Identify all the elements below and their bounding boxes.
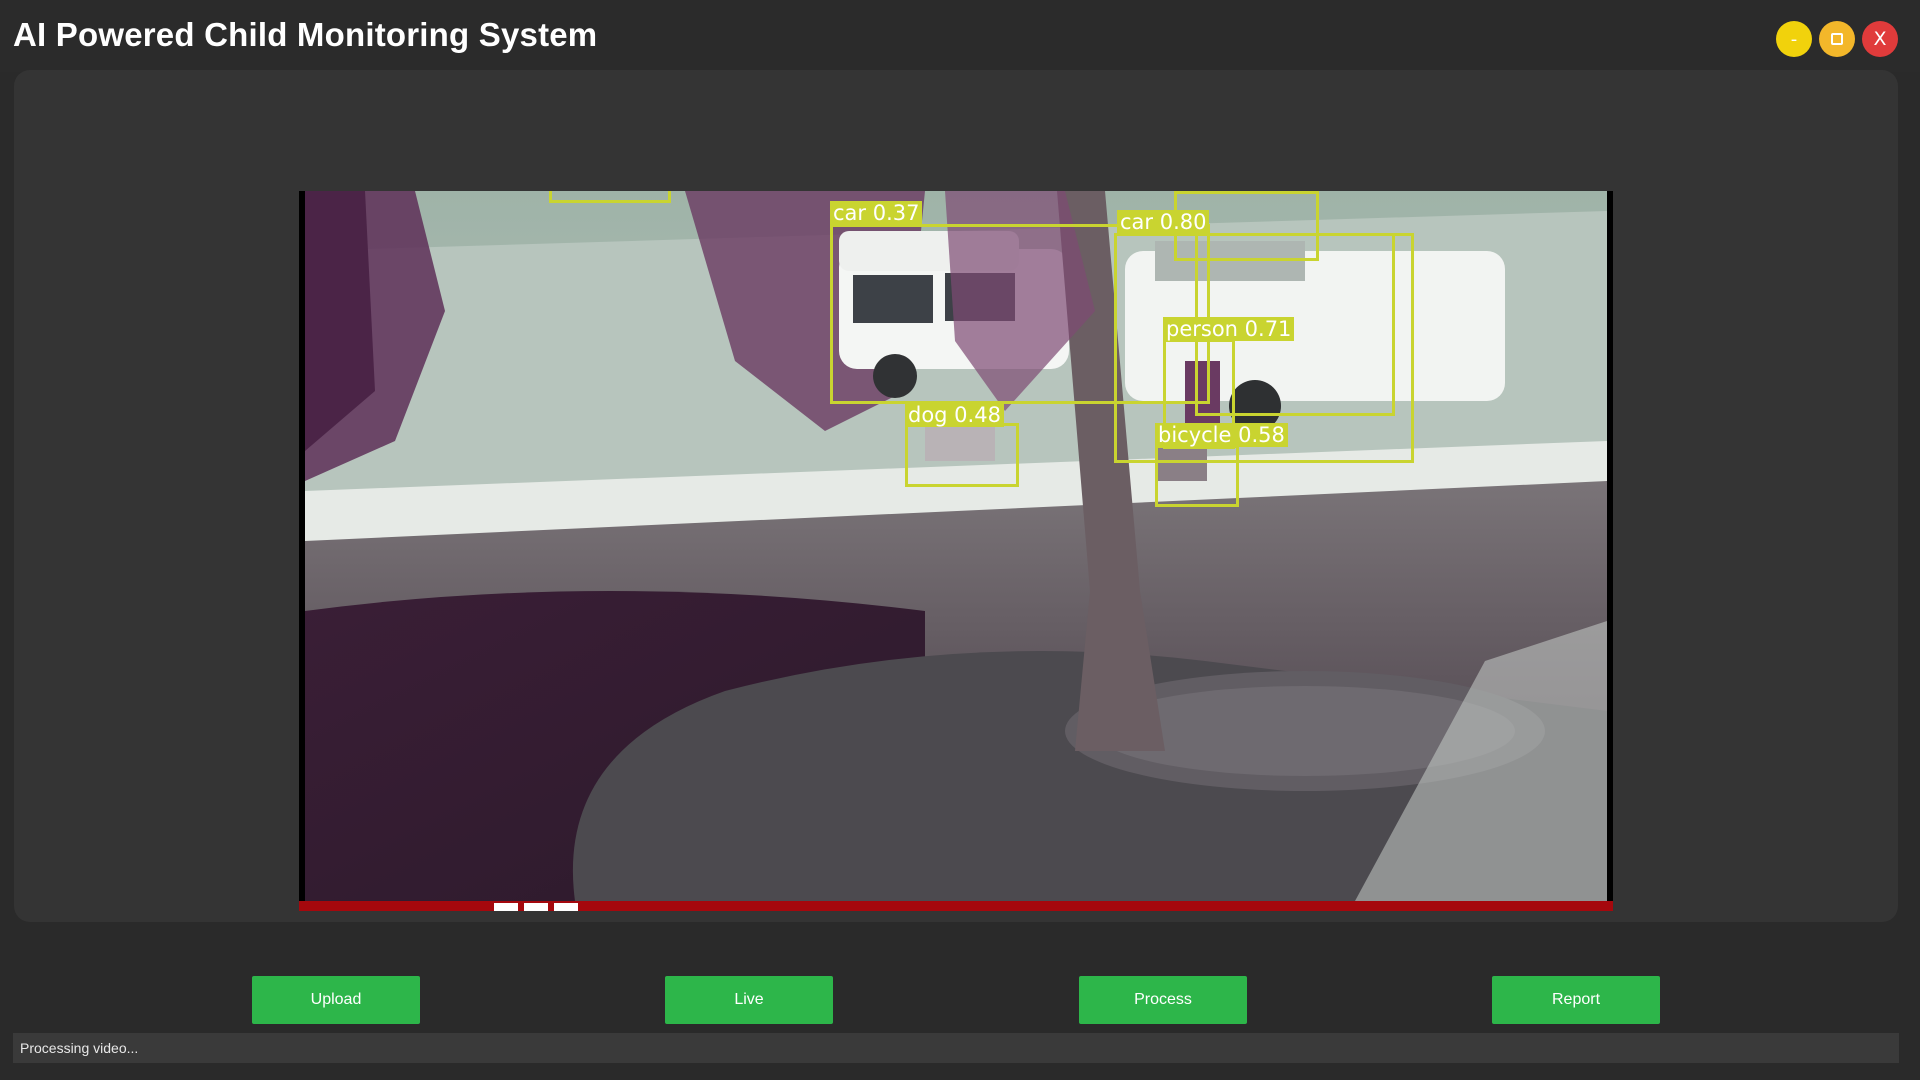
app-window: AI Powered Child Monitoring System - X c… — [0, 0, 1920, 1080]
maximize-button[interactable] — [1819, 21, 1855, 57]
news-logo-icon — [494, 903, 518, 911]
close-button[interactable]: X — [1862, 21, 1898, 57]
detection-label: person 0.71 — [1163, 317, 1295, 341]
upload-button[interactable]: Upload — [252, 976, 420, 1024]
status-text: Processing video... — [20, 1040, 139, 1056]
report-button[interactable]: Report — [1492, 976, 1660, 1024]
live-button[interactable]: Live — [665, 976, 833, 1024]
detection-box-bicycle — [1155, 445, 1239, 507]
video-frame: car 0.37 car 0.80 person 0.71 dog 0.48 b… — [299, 191, 1613, 911]
news-logo-icon — [554, 903, 578, 911]
news-logo-icon — [524, 903, 548, 911]
detection-label: dog 0.48 — [905, 403, 1004, 427]
detection-label: bicycle 0.58 — [1155, 423, 1288, 447]
detection-box-dog — [905, 423, 1019, 487]
minimize-button[interactable]: - — [1776, 21, 1812, 57]
process-button[interactable]: Process — [1079, 976, 1247, 1024]
maximize-icon — [1831, 33, 1843, 45]
news-ticker-strip — [299, 901, 1613, 911]
detection-box — [549, 191, 671, 203]
status-bar: Processing video... — [13, 1033, 1899, 1063]
detection-label: car 0.80 — [1117, 210, 1210, 234]
detection-label: car 0.37 — [830, 201, 923, 225]
close-icon: X — [1873, 28, 1887, 50]
title-bar: AI Powered Child Monitoring System - X — [0, 0, 1920, 72]
minimize-icon: - — [1790, 28, 1798, 50]
app-title: AI Powered Child Monitoring System — [13, 16, 598, 53]
